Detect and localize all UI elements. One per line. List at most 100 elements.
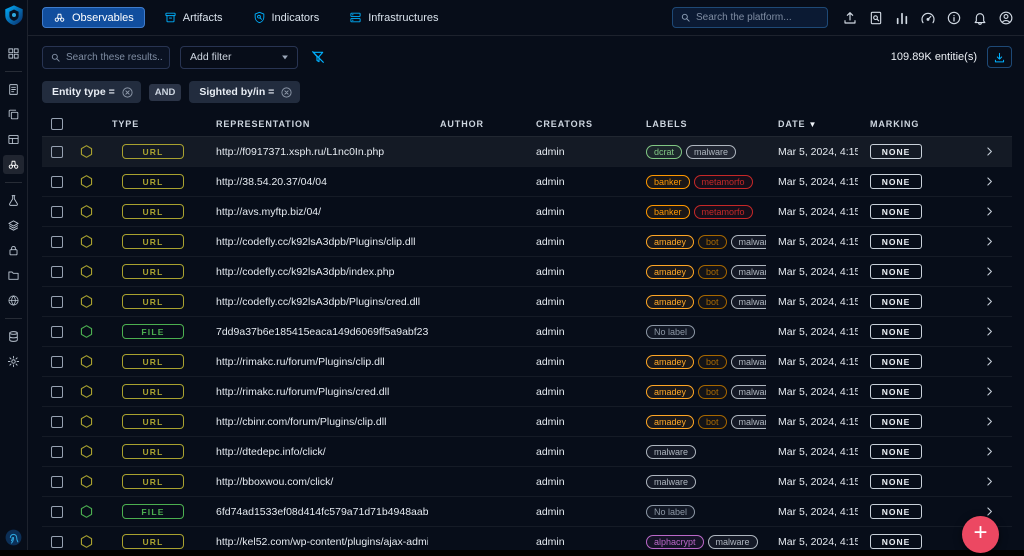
- column-creators[interactable]: CREATORS: [524, 119, 634, 129]
- row-checkbox[interactable]: [51, 416, 63, 428]
- row-expand[interactable]: [926, 175, 1012, 188]
- label-chip[interactable]: dcrat: [646, 145, 682, 159]
- row-expand[interactable]: [926, 295, 1012, 308]
- sidebar-item-cases[interactable]: [3, 105, 24, 124]
- row-checkbox[interactable]: [51, 326, 63, 338]
- table-row[interactable]: URL http://f0917371.xsph.ru/L1nc0In.php …: [42, 136, 1012, 166]
- label-chip[interactable]: bot: [698, 385, 727, 399]
- close-circle-icon[interactable]: [280, 86, 293, 99]
- row-expand[interactable]: [926, 475, 1012, 488]
- table-row[interactable]: URL http://avs.myftp.biz/04/ admin banke…: [42, 196, 1012, 226]
- row-checkbox[interactable]: [51, 176, 63, 188]
- row-expand[interactable]: [926, 445, 1012, 458]
- table-row[interactable]: URL http://rimakc.ru/forum/Plugins/cred.…: [42, 376, 1012, 406]
- label-chip[interactable]: malware: [731, 355, 766, 369]
- row-checkbox[interactable]: [51, 206, 63, 218]
- label-chip[interactable]: malware: [731, 235, 766, 249]
- sidebar-item-arsenal[interactable]: [3, 216, 24, 235]
- sidebar-item-threats[interactable]: [3, 191, 24, 210]
- column-author[interactable]: AUTHOR: [428, 119, 524, 129]
- file-search-icon[interactable]: [868, 10, 884, 26]
- label-chip[interactable]: malware: [731, 415, 766, 429]
- column-representation[interactable]: REPRESENTATION: [204, 119, 428, 129]
- sidebar-item-events[interactable]: [3, 130, 24, 149]
- insights-icon[interactable]: [894, 10, 910, 26]
- table-row[interactable]: URL http://codefly.cc/k92lsA3dpb/Plugins…: [42, 226, 1012, 256]
- add-button[interactable]: +: [962, 516, 999, 553]
- export-button[interactable]: [987, 46, 1012, 68]
- row-expand[interactable]: [926, 325, 1012, 338]
- row-checkbox[interactable]: [51, 236, 63, 248]
- table-row[interactable]: URL http://38.54.20.37/04/04 admin banke…: [42, 166, 1012, 196]
- notifications-bell-icon[interactable]: [972, 10, 988, 26]
- row-expand[interactable]: [926, 505, 1012, 518]
- account-icon[interactable]: [998, 10, 1014, 26]
- info-icon[interactable]: [946, 10, 962, 26]
- filter-operator[interactable]: AND: [149, 84, 182, 101]
- label-chip[interactable]: amadey: [646, 235, 694, 249]
- label-chip[interactable]: bot: [698, 355, 727, 369]
- column-labels[interactable]: LABELS: [634, 119, 766, 129]
- table-row[interactable]: URL http://rimakc.ru/forum/Plugins/clip.…: [42, 346, 1012, 376]
- sidebar-item-entities[interactable]: [3, 266, 24, 285]
- label-chip[interactable]: malware: [731, 295, 766, 309]
- row-expand[interactable]: [926, 145, 1012, 158]
- label-chip[interactable]: amadey: [646, 295, 694, 309]
- row-expand[interactable]: [926, 385, 1012, 398]
- tab-infrastructures[interactable]: Infrastructures: [338, 7, 449, 28]
- table-row[interactable]: URL http://bboxwou.com/click/ admin malw…: [42, 466, 1012, 496]
- tab-observables[interactable]: Observables: [42, 7, 145, 28]
- sidebar-item-home[interactable]: [3, 44, 24, 63]
- sidebar-item-settings[interactable]: [3, 352, 24, 371]
- label-chip[interactable]: bot: [698, 265, 727, 279]
- add-filter-select[interactable]: Add filter: [180, 46, 298, 69]
- opencti-logo[interactable]: [3, 4, 25, 26]
- label-chip[interactable]: malware: [731, 265, 766, 279]
- row-checkbox[interactable]: [51, 266, 63, 278]
- table-row[interactable]: URL http://cbinr.com/forum/Plugins/clip.…: [42, 406, 1012, 436]
- label-chip[interactable]: malware: [708, 535, 758, 549]
- platform-search-input[interactable]: [696, 12, 820, 23]
- row-expand[interactable]: [926, 415, 1012, 428]
- row-checkbox[interactable]: [51, 386, 63, 398]
- sidebar-item-analyses[interactable]: [3, 80, 24, 99]
- upload-icon[interactable]: [842, 10, 858, 26]
- label-chip[interactable]: metamorfo: [694, 175, 753, 189]
- column-marking[interactable]: MARKING: [858, 119, 926, 129]
- tab-indicators[interactable]: Indicators: [242, 7, 331, 28]
- column-date[interactable]: DATE ▼: [766, 119, 858, 129]
- label-chip[interactable]: metamorfo: [694, 205, 753, 219]
- row-checkbox[interactable]: [51, 146, 63, 158]
- table-row[interactable]: URL http://dtedepc.info/click/ admin mal…: [42, 436, 1012, 466]
- label-chip[interactable]: malware: [731, 385, 766, 399]
- row-expand[interactable]: [926, 265, 1012, 278]
- label-chip[interactable]: No label: [646, 325, 695, 339]
- sidebar-item-observations[interactable]: [3, 155, 24, 174]
- row-checkbox[interactable]: [51, 446, 63, 458]
- row-expand[interactable]: [926, 235, 1012, 248]
- column-type[interactable]: TYPE: [100, 119, 204, 129]
- row-checkbox[interactable]: [51, 506, 63, 518]
- sidebar-item-techniques[interactable]: [3, 241, 24, 260]
- label-chip[interactable]: banker: [646, 205, 690, 219]
- label-chip[interactable]: bot: [698, 415, 727, 429]
- row-checkbox[interactable]: [51, 476, 63, 488]
- tab-artifacts[interactable]: Artifacts: [153, 7, 234, 28]
- row-expand[interactable]: [926, 355, 1012, 368]
- label-chip[interactable]: malware: [646, 445, 696, 459]
- sidebar-item-data[interactable]: [3, 327, 24, 346]
- results-search-input[interactable]: [66, 52, 162, 63]
- label-chip[interactable]: amadey: [646, 385, 694, 399]
- label-chip[interactable]: amadey: [646, 355, 694, 369]
- filter-chip-sighted-by[interactable]: Sighted by/in =: [189, 81, 300, 103]
- label-chip[interactable]: amadey: [646, 415, 694, 429]
- table-row[interactable]: URL http://codefly.cc/k92lsA3dpb/index.p…: [42, 256, 1012, 286]
- label-chip[interactable]: amadey: [646, 265, 694, 279]
- table-row[interactable]: FILE 7dd9a37b6e185415eaca149d6069ff5a9ab…: [42, 316, 1012, 346]
- label-chip[interactable]: malware: [686, 145, 736, 159]
- close-circle-icon[interactable]: [121, 86, 134, 99]
- row-checkbox[interactable]: [51, 536, 63, 548]
- filter-chip-entity-type[interactable]: Entity type =: [42, 81, 141, 103]
- row-expand[interactable]: [926, 205, 1012, 218]
- label-chip[interactable]: alphacrypt: [646, 535, 704, 549]
